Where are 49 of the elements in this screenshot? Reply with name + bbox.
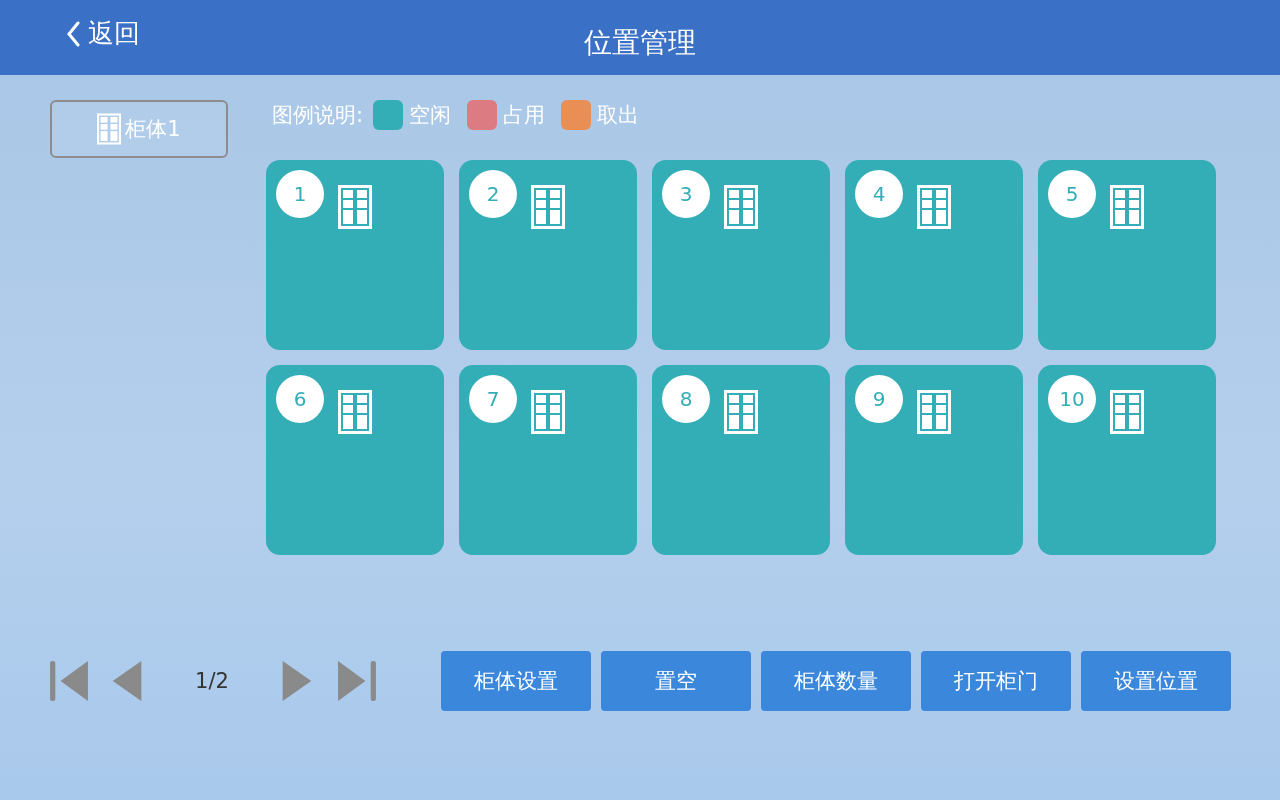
slot-number: 9 <box>855 375 903 423</box>
slot-card[interactable]: 10 <box>1038 365 1216 555</box>
cabinet-icon <box>917 184 951 230</box>
cabinet-icon <box>97 113 122 145</box>
cabinet-icon <box>338 389 372 435</box>
action-button[interactable]: 设置位置 <box>1081 651 1231 711</box>
slot-number: 7 <box>469 375 517 423</box>
cabinet-icon <box>724 184 758 230</box>
action-button[interactable]: 柜体设置 <box>441 651 591 711</box>
slot-card[interactable]: 1 <box>266 160 444 350</box>
cabinet-icon <box>1110 389 1144 435</box>
cabinet-icon <box>531 389 565 435</box>
last-page-icon[interactable] <box>338 661 376 701</box>
previous-page-icon[interactable] <box>112 661 142 701</box>
slot-number: 8 <box>662 375 710 423</box>
action-button[interactable]: 柜体数量 <box>761 651 911 711</box>
action-button[interactable]: 打开柜门 <box>921 651 1071 711</box>
slot-card[interactable]: 4 <box>845 160 1023 350</box>
cabinet-icon <box>724 389 758 435</box>
cabinet-icon <box>338 184 372 230</box>
legend-label: 图例说明: <box>272 102 364 129</box>
slot-card[interactable]: 6 <box>266 365 444 555</box>
cabinet-icon <box>1110 184 1144 230</box>
slot-number: 10 <box>1048 375 1096 423</box>
page-title: 位置管理 <box>584 25 696 61</box>
chevron-left-icon <box>66 20 80 47</box>
slot-card[interactable]: 3 <box>652 160 830 350</box>
page-indicator: 1/2 <box>194 669 230 693</box>
slot-card[interactable]: 9 <box>845 365 1023 555</box>
slot-number: 1 <box>276 170 324 218</box>
slot-number: 3 <box>662 170 710 218</box>
slot-card[interactable]: 7 <box>459 365 637 555</box>
slot-number: 6 <box>276 375 324 423</box>
legend-text: 占用 <box>503 102 546 129</box>
cabinet-icon <box>531 184 565 230</box>
slot-card[interactable]: 2 <box>459 160 637 350</box>
cabinet-tab[interactable]: 柜体1 <box>50 100 228 158</box>
slot-number: 4 <box>855 170 903 218</box>
slot-card[interactable]: 8 <box>652 365 830 555</box>
legend-text: 取出 <box>597 102 640 129</box>
legend-text: 空闲 <box>409 102 452 129</box>
next-page-icon[interactable] <box>282 661 312 701</box>
first-page-icon[interactable] <box>50 661 88 701</box>
back-button[interactable]: 返回 <box>66 16 140 51</box>
slot-card[interactable]: 5 <box>1038 160 1216 350</box>
cabinet-icon <box>917 389 951 435</box>
action-button[interactable]: 置空 <box>601 651 751 711</box>
slot-number: 5 <box>1048 170 1096 218</box>
slot-number: 2 <box>469 170 517 218</box>
